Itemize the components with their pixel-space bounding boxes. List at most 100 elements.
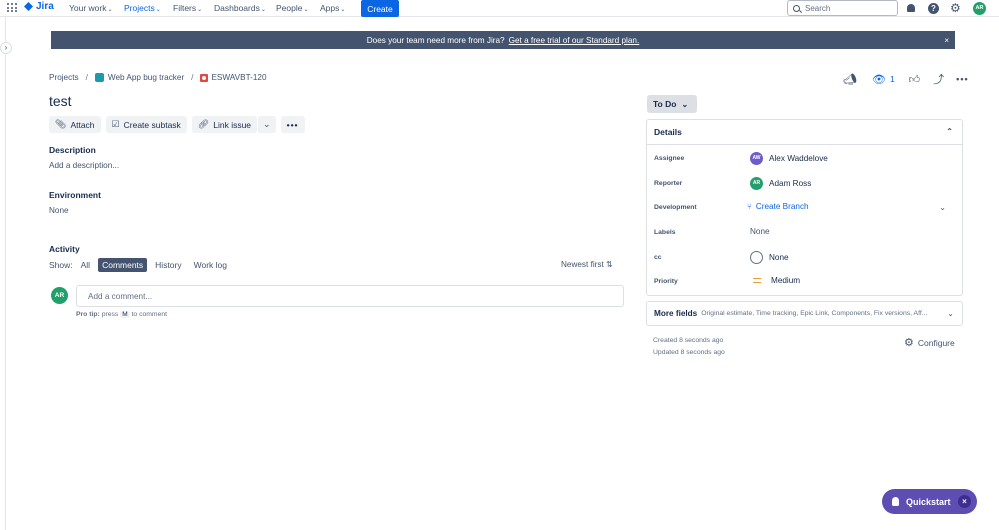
- link-issue-dropdown[interactable]: ⌄: [257, 116, 276, 133]
- settings-gear-icon[interactable]: ⚙: [950, 2, 961, 14]
- close-icon[interactable]: ×: [944, 36, 949, 45]
- activity-filter: Show: All Comments History Work log: [49, 258, 231, 272]
- tab-comments[interactable]: Comments: [98, 258, 148, 272]
- empty-avatar-icon: [750, 251, 763, 264]
- jira-logo[interactable]: Jira: [24, 1, 54, 12]
- chevron-down-icon: ⌄: [260, 7, 266, 13]
- nav-apps[interactable]: Apps⌄: [320, 3, 345, 13]
- issue-header-actions: 📣︎ 👁︎ 1 👍︎ ⤴ •••: [843, 71, 969, 87]
- chevron-up-icon[interactable]: ⌃: [946, 127, 953, 136]
- environment-value[interactable]: None: [49, 206, 69, 215]
- breadcrumb-project[interactable]: Web App bug tracker: [108, 73, 184, 82]
- paperclip-icon: 📎︎: [55, 119, 67, 129]
- avatar: AR: [750, 177, 763, 190]
- environment-heading: Environment: [49, 190, 101, 200]
- collapsed-sidebar: [0, 17, 6, 530]
- labels-field[interactable]: None: [750, 227, 770, 236]
- tab-history[interactable]: History: [151, 258, 185, 272]
- link-issue-button[interactable]: 🔗︎ Link issue: [191, 116, 258, 133]
- search-placeholder: Search: [805, 3, 831, 13]
- attach-button[interactable]: 📎︎ Attach: [49, 116, 101, 133]
- nav-projects[interactable]: Projects⌄: [124, 3, 161, 13]
- more-actions-button[interactable]: •••: [280, 116, 305, 133]
- chevron-down-icon[interactable]: ⌄: [939, 203, 946, 212]
- chevron-down-icon: ⌄: [681, 99, 689, 109]
- pro-tip: Pro tip: press M to comment: [76, 311, 168, 318]
- keyboard-key: M: [120, 311, 130, 318]
- gear-icon: ⚙: [904, 337, 914, 349]
- labels-label: Labels: [654, 229, 676, 236]
- nav-dashboards[interactable]: Dashboards⌄: [214, 3, 266, 13]
- expand-sidebar-icon[interactable]: ›: [0, 42, 12, 54]
- chevron-down-icon: ⌄: [197, 7, 203, 13]
- thumbs-up-icon[interactable]: 👍︎: [909, 73, 921, 86]
- avatar: AW: [750, 152, 763, 165]
- comment-input[interactable]: Add a comment...: [76, 285, 624, 307]
- breadcrumb: Projects / Web App bug tracker / ESWAVBT…: [49, 73, 267, 82]
- branch-icon: ⑂: [747, 202, 752, 211]
- tab-work-log[interactable]: Work log: [190, 258, 231, 272]
- breadcrumb-issue-key[interactable]: ESWAVBT-120: [211, 73, 266, 82]
- search-icon: [793, 4, 800, 12]
- quickstart-button[interactable]: Quickstart ×: [882, 489, 977, 514]
- description-heading: Description: [49, 145, 96, 155]
- status-dropdown[interactable]: To Do ⌄: [647, 95, 697, 113]
- reporter-field[interactable]: AR Adam Ross: [750, 177, 811, 190]
- nav-filters[interactable]: Filters⌄: [173, 3, 202, 13]
- chevron-down-icon: ⌄: [303, 7, 309, 13]
- more-icon[interactable]: •••: [956, 74, 968, 84]
- link-icon: 🔗︎: [197, 119, 210, 129]
- chevron-down-icon: ⌄: [155, 7, 161, 13]
- feedback-megaphone-icon[interactable]: 📣︎: [843, 73, 857, 86]
- create-branch-link[interactable]: ⑂ Create Branch: [747, 202, 809, 211]
- priority-field[interactable]: Medium: [750, 276, 800, 285]
- upgrade-banner: Does your team need more from Jira? Get …: [51, 31, 955, 49]
- sort-order-button[interactable]: Newest first ⇅: [561, 260, 613, 269]
- jira-logo-icon: [24, 2, 33, 11]
- breadcrumb-projects[interactable]: Projects: [49, 73, 79, 82]
- chevron-down-icon: ⌄: [340, 7, 346, 13]
- top-navigation: Jira Your work⌄ Projects⌄ Filters⌄ Dashb…: [0, 0, 999, 17]
- configure-button[interactable]: ⚙ Configure: [904, 336, 955, 349]
- nav-people[interactable]: People⌄: [276, 3, 309, 13]
- banner-text: Does your team need more from Jira?: [366, 35, 505, 45]
- profile-avatar[interactable]: AR: [973, 2, 986, 15]
- create-subtask-button[interactable]: ☑ Create subtask: [105, 116, 187, 133]
- share-icon[interactable]: ⤴: [933, 71, 944, 87]
- project-icon: [94, 73, 104, 82]
- avatar: AR: [51, 287, 68, 304]
- search-input[interactable]: Search: [787, 0, 898, 16]
- sort-icon: ⇅: [606, 260, 613, 269]
- issue-title[interactable]: test: [49, 93, 72, 109]
- watch-count[interactable]: 1: [890, 74, 895, 84]
- watch-eye-icon[interactable]: 👁︎: [872, 73, 886, 86]
- cc-label: cc: [654, 254, 662, 261]
- app-switcher-icon[interactable]: [7, 3, 17, 13]
- lightbulb-icon: [892, 497, 899, 506]
- details-header[interactable]: Details ⌃: [647, 120, 962, 145]
- issue-actions: 📎︎ Attach ☑ Create subtask 🔗︎ Link issue…: [49, 116, 305, 133]
- help-icon[interactable]: ?: [928, 3, 939, 14]
- chevron-down-icon: ⌄: [263, 119, 271, 129]
- nav-your-work[interactable]: Your work⌄: [69, 3, 113, 13]
- bug-issue-type-icon: [200, 73, 209, 82]
- cc-field[interactable]: None: [750, 251, 789, 264]
- show-label: Show:: [49, 260, 73, 270]
- tab-all[interactable]: All: [77, 258, 94, 272]
- description-placeholder[interactable]: Add a description...: [49, 161, 119, 170]
- updated-timestamp: Updated 8 seconds ago: [653, 349, 725, 356]
- assignee-label: Assignee: [654, 155, 685, 162]
- more-fields-panel[interactable]: More fields Original estimate, Time trac…: [646, 301, 963, 326]
- close-icon[interactable]: ×: [958, 495, 971, 508]
- notifications-icon[interactable]: [907, 4, 915, 12]
- chevron-down-icon: ⌄: [943, 309, 954, 318]
- logo-text: Jira: [36, 1, 54, 12]
- create-button[interactable]: Create: [361, 0, 399, 17]
- created-timestamp: Created 8 seconds ago: [653, 337, 724, 344]
- assignee-field[interactable]: AW Alex Waddelove: [750, 152, 828, 165]
- banner-trial-link[interactable]: Get a free trial of our Standard plan.: [509, 36, 640, 45]
- development-label: Development: [654, 204, 697, 211]
- priority-label: Priority: [654, 278, 678, 285]
- details-panel: Details ⌃ Assignee AW Alex Waddelove Rep…: [646, 119, 963, 296]
- priority-medium-icon: [753, 278, 761, 283]
